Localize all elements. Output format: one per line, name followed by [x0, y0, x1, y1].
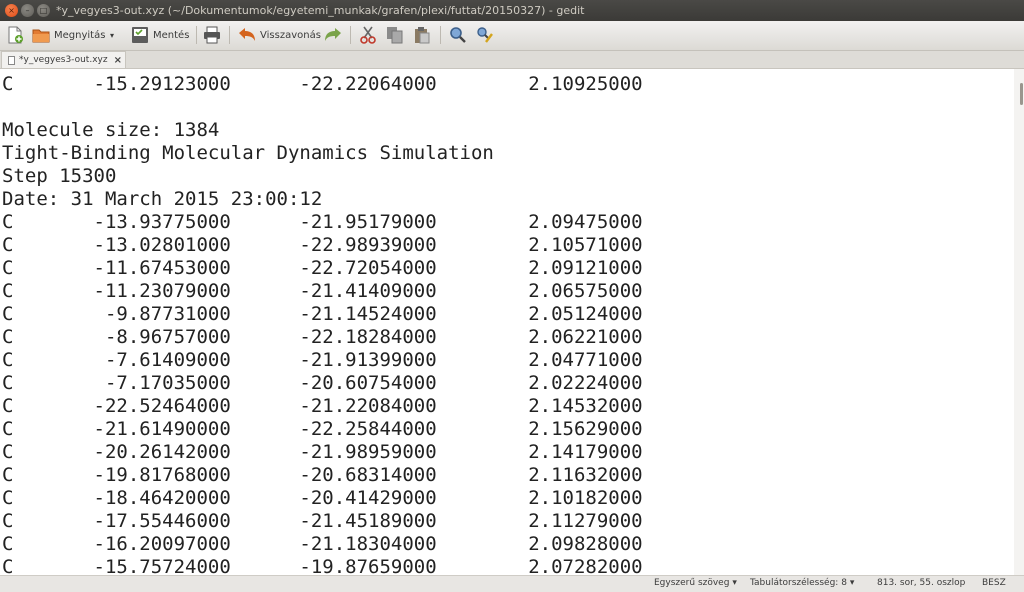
editor-lines: C -15.29123000 -22.22064000 2.10925000 Mo…: [2, 73, 643, 575]
editor-line: C -13.93775000 -21.95179000 2.09475000: [2, 211, 643, 233]
editor-line: Molecule size: 1384: [2, 119, 220, 141]
save-button[interactable]: Mentés: [131, 25, 189, 45]
redo-icon: [324, 26, 342, 44]
editor-line: C -18.46420000 -20.41429000 2.10182000: [2, 487, 643, 509]
tab-document[interactable]: *y_vegyes3-out.xyz ×: [1, 51, 126, 68]
toolbar: Megnyitás ▾ Mentés Visszavonás: [0, 21, 1024, 51]
editor-line: Step 15300: [2, 165, 117, 187]
editor-line: C -11.67453000 -22.72054000 2.09121000: [2, 257, 643, 279]
chevron-down-icon: ▾: [732, 578, 737, 588]
document-tabbar: *y_vegyes3-out.xyz ×: [0, 51, 1024, 69]
text-editor[interactable]: C -15.29123000 -22.22064000 2.10925000 Mo…: [0, 69, 1014, 575]
syntax-mode-label: Egyszerű szöveg: [654, 578, 730, 588]
minimize-window-button[interactable]: –: [21, 4, 34, 17]
new-document-icon: [6, 26, 24, 44]
chevron-down-icon: ▾: [849, 578, 855, 588]
find-button[interactable]: [449, 25, 467, 45]
redo-button[interactable]: [324, 25, 342, 45]
printer-icon: [203, 26, 221, 44]
editor-line: C -19.81768000 -20.68314000 2.11632000: [2, 464, 643, 486]
window-title: *y_vegyes3-out.xyz (~/Dokumentumok/egyet…: [56, 4, 585, 17]
toolbar-separator: [229, 26, 230, 44]
editor-line: C -13.02801000 -22.98939000 2.10571000: [2, 234, 643, 256]
insert-mode: BESZ: [982, 578, 1006, 588]
close-window-button[interactable]: ×: [5, 4, 18, 17]
cut-button[interactable]: [359, 25, 377, 45]
replace-icon: [476, 26, 494, 44]
open-label: Megnyitás: [54, 29, 106, 41]
editor-line: C -15.29123000 -22.22064000 2.10925000: [2, 73, 643, 95]
tab-width-label: Tabulátorszélesség: 8: [750, 578, 847, 588]
chevron-down-icon: ▾: [110, 30, 115, 40]
paste-icon: [413, 26, 431, 44]
maximize-window-button[interactable]: □: [37, 4, 50, 17]
document-icon: [8, 55, 15, 65]
undo-icon: [238, 26, 256, 44]
scrollbar-thumb[interactable]: [1020, 83, 1023, 105]
scissors-icon: [359, 26, 377, 44]
editor-line: C -16.20097000 -21.18304000 2.09828000: [2, 533, 643, 555]
print-button[interactable]: [203, 25, 221, 45]
statusbar: Egyszerű szöveg ▾ Tabulátorszélesség: 8 …: [0, 575, 1024, 592]
editor-line: C -9.87731000 -21.14524000 2.05124000: [2, 303, 643, 325]
toolbar-separator: [440, 26, 441, 44]
replace-button[interactable]: [476, 25, 494, 45]
editor-line: C -17.55446000 -21.45189000 2.11279000: [2, 510, 643, 532]
toolbar-separator: [350, 26, 351, 44]
folder-open-icon: [32, 26, 50, 44]
search-icon: [449, 26, 467, 44]
syntax-mode-selector[interactable]: Egyszerű szöveg ▾: [654, 578, 737, 588]
editor-line: C -7.61409000 -21.91399000 2.04771000: [2, 349, 643, 371]
paste-button[interactable]: [413, 25, 431, 45]
editor-line: C -21.61490000 -22.25844000 2.15629000: [2, 418, 643, 440]
save-label: Mentés: [153, 29, 190, 41]
open-button[interactable]: Megnyitás: [32, 25, 105, 45]
tab-width-selector[interactable]: Tabulátorszélesség: 8 ▾: [750, 578, 854, 588]
editor-line: C -20.26142000 -21.98959000 2.14179000: [2, 441, 643, 463]
tab-label: *y_vegyes3-out.xyz: [19, 55, 108, 65]
editor-line: C -7.17035000 -20.60754000 2.02224000: [2, 372, 643, 394]
window-controls: × – □: [5, 4, 50, 17]
open-dropdown-button[interactable]: ▾: [110, 25, 114, 45]
undo-button[interactable]: Visszavonás: [238, 25, 321, 45]
undo-label: Visszavonás: [260, 29, 321, 41]
new-document-button[interactable]: [6, 25, 24, 45]
close-tab-button[interactable]: ×: [114, 55, 122, 66]
editor-line: C -8.96757000 -22.18284000 2.06221000: [2, 326, 643, 348]
copy-button[interactable]: [386, 25, 404, 45]
editor-line: Tight-Binding Molecular Dynamics Simulat…: [2, 142, 494, 164]
editor-line: Date: 31 March 2015 23:00:12: [2, 188, 323, 210]
editor-line: C -22.52464000 -21.22084000 2.14532000: [2, 395, 643, 417]
editor-line: C -11.23079000 -21.41409000 2.06575000: [2, 280, 643, 302]
save-icon: [131, 26, 149, 44]
vertical-scrollbar[interactable]: [1014, 69, 1024, 575]
cursor-position: 813. sor, 55. oszlop: [877, 578, 966, 588]
copy-icon: [386, 26, 404, 44]
window-titlebar: × – □ *y_vegyes3-out.xyz (~/Dokumentumok…: [0, 0, 1024, 21]
editor-line: C -15.75724000 -19.87659000 2.07282000: [2, 556, 643, 575]
toolbar-separator: [196, 26, 197, 44]
